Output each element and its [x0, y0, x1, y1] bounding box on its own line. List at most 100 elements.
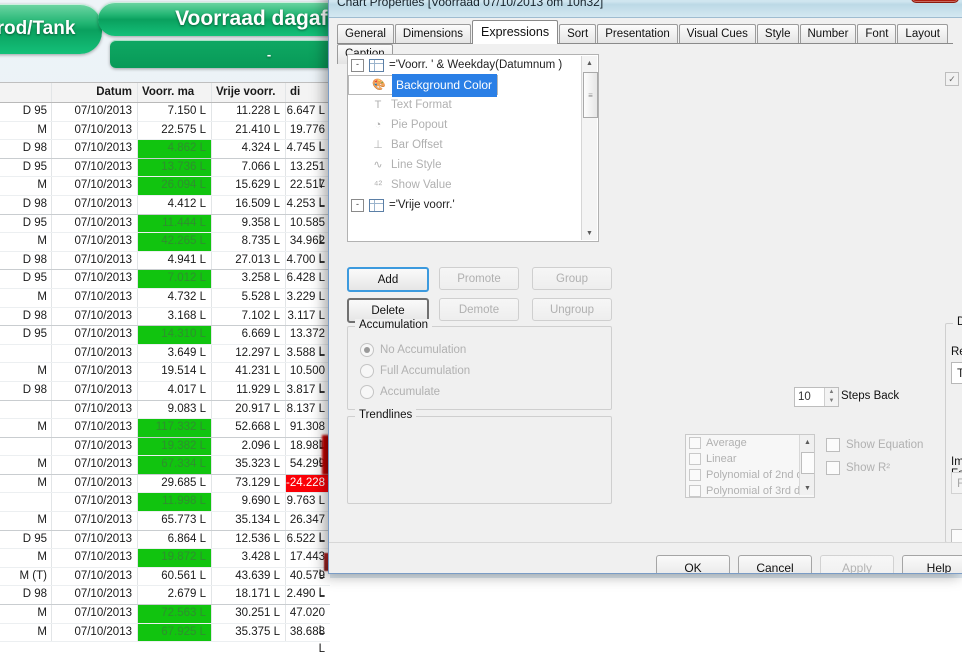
- trendline-item[interactable]: Linear: [686, 451, 814, 467]
- cell-datum[interactable]: 07/10/2013: [52, 344, 138, 363]
- cell-di[interactable]: 13.251 L: [286, 159, 330, 191]
- dialog-titlebar[interactable]: Chart Properties [Voorraad 07/10/2013 om…: [329, 0, 962, 18]
- cell-vrije-voorr[interactable]: 20.917 L: [212, 400, 286, 419]
- cell-di[interactable]: -24.228 L: [286, 474, 330, 506]
- cell-vrije-voorr[interactable]: 21.410 L: [212, 121, 286, 140]
- cell-voorr-ma[interactable]: 26.094 L: [138, 177, 212, 195]
- cell-vrije-voorr[interactable]: 9.690 L: [212, 493, 286, 512]
- cell-category[interactable]: M: [0, 456, 52, 474]
- expression-tree[interactable]: - ='Voorr. ' & Weekday(Datumnum ) 🎨 Backgro…: [347, 54, 599, 242]
- tree-node-bar-offset[interactable]: ⊥ Bar Offset: [348, 135, 598, 155]
- tree-node-text-format[interactable]: T Text Format: [348, 95, 598, 115]
- cell-category[interactable]: D 98: [0, 381, 52, 400]
- tab-expressions[interactable]: Expressions: [472, 20, 559, 44]
- stepper-arrows[interactable]: ▲ ▼: [824, 388, 838, 406]
- radio-accumulate[interactable]: Accumulate: [360, 385, 440, 399]
- cell-category[interactable]: M: [0, 233, 52, 251]
- cell-voorr-ma[interactable]: 13.736 L: [138, 158, 212, 177]
- table-row[interactable]: M 07/10/2013 19.514 L 41.231 L 10.500 L: [0, 363, 330, 395]
- cell-datum[interactable]: 07/10/2013: [52, 400, 138, 419]
- cell-di[interactable]: 4.253 L: [286, 196, 330, 214]
- cell-voorr-ma[interactable]: 117.332 L: [138, 419, 212, 437]
- trendlines-scrollbar[interactable]: ▲ ▼: [799, 435, 814, 495]
- table-row[interactable]: D 98 07/10/2013 4.412 L 16.509 L 4.253 L: [0, 195, 330, 215]
- cell-di[interactable]: 6.522 L: [286, 531, 330, 549]
- cell-datum[interactable]: 07/10/2013: [52, 233, 138, 251]
- tab-strip[interactable]: General Dimensions Expressions Sort Presenta…: [337, 20, 953, 64]
- tab-font[interactable]: Font: [857, 24, 897, 44]
- cell-vrije-voorr[interactable]: 15.629 L: [212, 177, 286, 195]
- trendline-item[interactable]: Polynomial of 3rd d: [686, 483, 814, 497]
- table-row[interactable]: 07/10/2013 3.649 L 12.297 L 3.588 L: [0, 344, 330, 364]
- cell-vrije-voorr[interactable]: 30.251 L: [212, 605, 286, 623]
- cell-datum[interactable]: 07/10/2013: [52, 121, 138, 140]
- cell-category[interactable]: M: [0, 288, 52, 307]
- cell-vrije-voorr[interactable]: 9.358 L: [212, 214, 286, 233]
- cell-datum[interactable]: 07/10/2013: [52, 512, 138, 530]
- cell-vrije-voorr[interactable]: 41.231 L: [212, 363, 286, 381]
- table-row[interactable]: 07/10/2013 9.083 L 20.917 L 8.137 L: [0, 400, 330, 420]
- cell-voorr-ma[interactable]: 22.575 L: [138, 121, 212, 140]
- cell-di[interactable]: 6.428 L: [286, 270, 330, 288]
- cell-voorr-ma[interactable]: 42.265 L: [138, 233, 212, 251]
- ungroup-button[interactable]: Ungroup: [532, 298, 612, 321]
- cell-vrije-voorr[interactable]: 5.528 L: [212, 288, 286, 307]
- cell-vrije-voorr[interactable]: 2.096 L: [212, 437, 286, 456]
- table-row[interactable]: D 98 07/10/2013 4.941 L 27.013 L 4.700 L: [0, 251, 330, 271]
- cell-category[interactable]: D 98: [0, 307, 52, 326]
- cell-vrije-voorr[interactable]: 4.324 L: [212, 140, 286, 158]
- cell-datum[interactable]: 07/10/2013: [52, 195, 138, 214]
- cell-datum[interactable]: 07/10/2013: [52, 326, 138, 344]
- cell-datum[interactable]: 07/10/2013: [52, 530, 138, 549]
- tab-dimensions[interactable]: Dimensions: [394, 24, 471, 44]
- cell-datum[interactable]: 07/10/2013: [52, 251, 138, 270]
- tab-number[interactable]: Number: [799, 24, 857, 44]
- cell-di[interactable]: 9.763 L: [286, 493, 330, 511]
- trendlines-list[interactable]: Average Linear Polynomial of 2nd d Polynomi…: [685, 434, 815, 498]
- data-table[interactable]: Datum Voorr. ma Vrije voorr. di D 95 07/1…: [0, 82, 330, 655]
- cell-voorr-ma[interactable]: 19.872 L: [138, 549, 212, 567]
- table-row[interactable]: D 95 07/10/2013 11.444 L 9.358 L 10.585 L: [0, 214, 330, 246]
- cell-voorr-ma[interactable]: 11.998 L: [138, 493, 212, 512]
- cell-category[interactable]: D 95: [0, 158, 52, 177]
- cell-category[interactable]: M: [0, 419, 52, 437]
- cell-vrije-voorr[interactable]: 27.013 L: [212, 251, 286, 270]
- cell-di[interactable]: 13.372 L: [286, 326, 330, 358]
- cell-voorr-ma[interactable]: 60.561 L: [138, 567, 212, 586]
- cell-category[interactable]: D 95: [0, 530, 52, 549]
- tab-style[interactable]: Style: [756, 24, 799, 44]
- cell-datum[interactable]: 07/10/2013: [52, 158, 138, 177]
- cell-datum[interactable]: 07/10/2013: [52, 381, 138, 400]
- table-row[interactable]: M07/10/2013117.332 L52.668 L91.308 L: [0, 419, 330, 451]
- cell-datum[interactable]: 07/10/2013: [52, 419, 138, 437]
- cell-category[interactable]: M (T): [0, 567, 52, 586]
- cell-di[interactable]: 10.500 L: [286, 363, 330, 395]
- table-row[interactable]: 07/10/201319.382 L2.096 L18.981 L: [0, 437, 330, 469]
- cell-vrije-voorr[interactable]: 6.669 L: [212, 326, 286, 344]
- cell-category[interactable]: M: [0, 121, 52, 140]
- cell-category[interactable]: M: [0, 177, 52, 195]
- cell-voorr-ma[interactable]: 65.773 L: [138, 512, 212, 530]
- cell-di[interactable]: 22.517 L: [286, 177, 330, 209]
- cell-di[interactable]: 3.817 L: [286, 382, 330, 400]
- steps-back-stepper[interactable]: 10 ▲ ▼: [794, 387, 839, 407]
- cell-vrije-voorr[interactable]: 7.066 L: [212, 158, 286, 177]
- cell-datum[interactable]: 07/10/2013: [52, 270, 138, 288]
- cell-datum[interactable]: 07/10/2013: [52, 214, 138, 233]
- cell-category[interactable]: D 95: [0, 103, 52, 121]
- cell-voorr-ma[interactable]: 3.649 L: [138, 344, 212, 363]
- cell-voorr-ma[interactable]: 4.941 L: [138, 251, 212, 270]
- expression-tree-scrollbar[interactable]: ▲ ≡ ▼: [581, 56, 598, 240]
- image-formatting-select[interactable]: Fill with Aspect: [951, 472, 962, 494]
- table-row[interactable]: D 95 07/10/2013 7.012 L 3.258 L 6.428 L: [0, 270, 330, 289]
- tree-node-voorr-weekday-datumnum[interactable]: - ='Voorr. ' & Weekday(Datumnum ): [348, 55, 598, 75]
- cell-vrije-voorr[interactable]: 7.102 L: [212, 307, 286, 326]
- cell-datum[interactable]: 07/10/2013: [52, 140, 138, 158]
- cell-vrije-voorr[interactable]: 12.536 L: [212, 530, 286, 549]
- cell-di[interactable]: 26.347 L: [286, 512, 330, 544]
- table-row[interactable]: M 07/10/2013 72.563 L 30.251 L 47.020 L: [0, 605, 330, 637]
- cell-di[interactable]: 2.490 L: [286, 586, 330, 604]
- cell-category[interactable]: [0, 344, 52, 363]
- cell-vrije-voorr[interactable]: 35.323 L: [212, 456, 286, 474]
- cell-di[interactable]: 38.688 L: [286, 624, 330, 656]
